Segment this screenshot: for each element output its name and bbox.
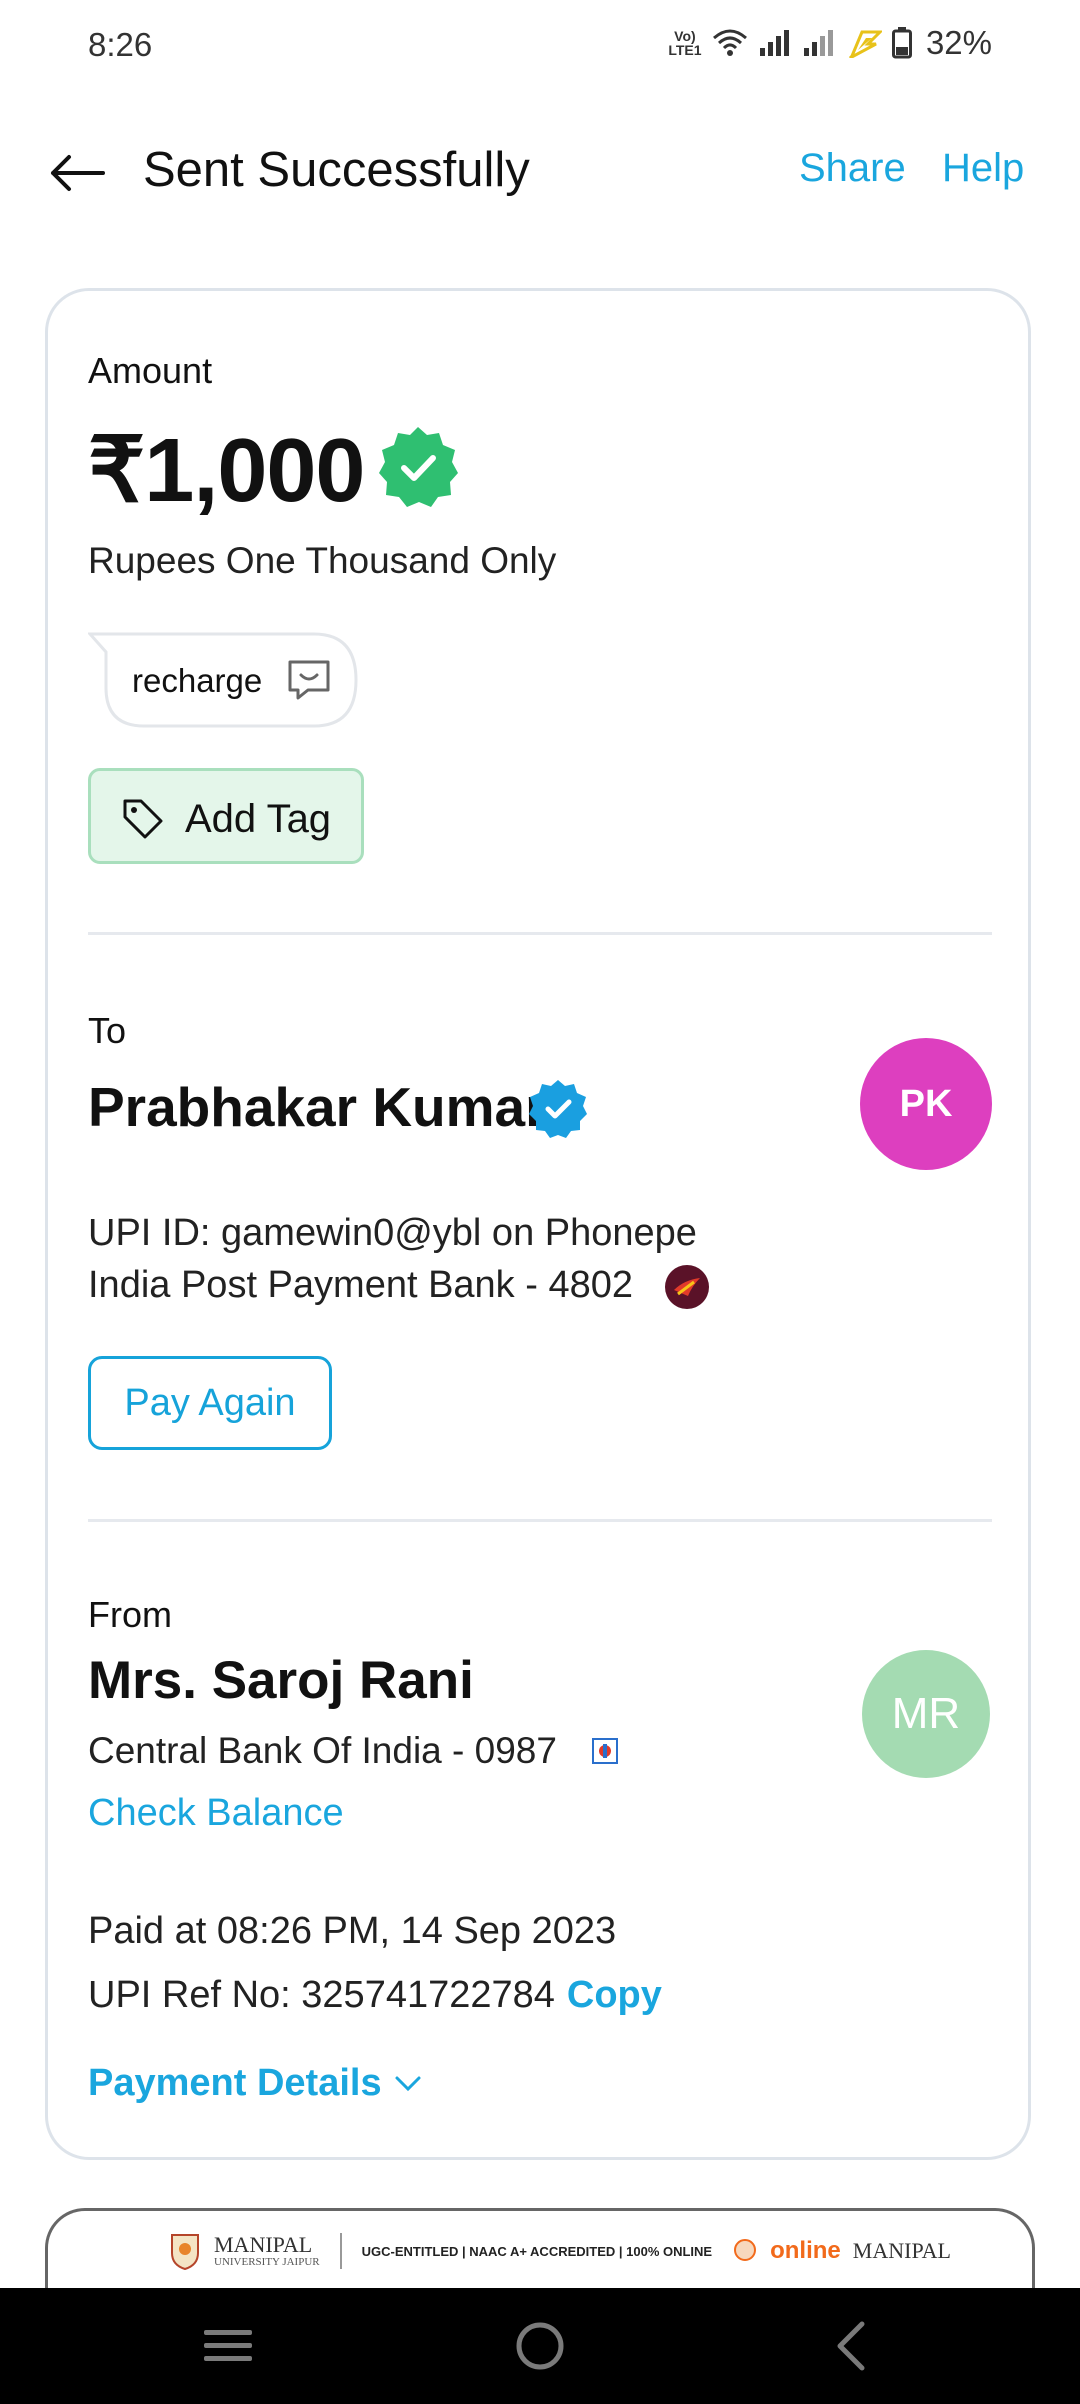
system-nav-bar	[0, 2288, 1080, 2404]
signal-icon-2	[803, 30, 833, 56]
check-balance-link[interactable]: Check Balance	[88, 1792, 344, 1835]
payee-upi-id: UPI ID: gamewin0@ybl on Phonepe	[88, 1212, 697, 1254]
menu-icon	[204, 2330, 252, 2361]
home-icon	[516, 2322, 564, 2370]
payer-name: Mrs. Saroj Rani	[88, 1651, 474, 1710]
ad-separator	[339, 2233, 342, 2269]
battery-icon	[891, 27, 912, 59]
manipal-crest-icon	[171, 2234, 199, 2271]
amount-in-words: Rupees One Thousand Only	[88, 540, 557, 581]
from-label: From	[88, 1594, 172, 1635]
ad-manipal-text: MANIPAL	[852, 2238, 951, 2263]
ad-tagline: UGC-ENTITLED | NAAC A+ ACCREDITED | 100%…	[361, 2243, 713, 2259]
ippb-logo-icon	[665, 1265, 709, 1309]
charging-icon	[848, 30, 882, 58]
ad-content: MANIPAL UNIVERSITY JAIPUR UGC-ENTITLED |…	[168, 2231, 951, 2271]
message-icon	[288, 660, 330, 700]
home-button[interactable]	[470, 2288, 610, 2404]
volte-icon: Vo) LTE1	[668, 28, 702, 58]
help-button[interactable]: Help	[942, 146, 1024, 191]
ad-online-text: online	[770, 2237, 841, 2264]
system-back-button[interactable]	[780, 2288, 920, 2404]
payment-details-toggle[interactable]: Payment Details	[88, 2062, 422, 2105]
payer-avatar: MR	[862, 1650, 990, 1778]
note-text: recharge	[132, 662, 263, 699]
pay-again-button[interactable]: Pay Again	[88, 1356, 332, 1450]
copy-button[interactable]: Copy	[567, 1974, 662, 2016]
payment-details-label: Payment Details	[88, 2062, 382, 2104]
page-title: Sent Successfully	[143, 143, 530, 197]
note-chip: recharge	[88, 632, 360, 728]
manipal-logo: MANIPAL UNIVERSITY JAIPUR	[214, 2232, 320, 2269]
tag-icon	[123, 799, 163, 839]
divider	[88, 1519, 992, 1522]
status-bar: 8:26 Vo) LTE1 32%	[0, 0, 1080, 90]
share-button[interactable]: Share	[799, 146, 906, 191]
ad-logo-text: MANIPAL	[214, 2232, 313, 2257]
payee-name: Prabhakar Kumar	[88, 1076, 547, 1138]
wifi-icon	[712, 29, 747, 56]
app-bar: Sent Successfully Share Help	[0, 120, 1080, 220]
status-icons: Vo) LTE1 32%	[668, 24, 992, 62]
divider	[88, 932, 992, 935]
payee-avatar: PK	[860, 1038, 992, 1170]
upi-ref-row: UPI Ref No: 325741722784 Copy	[88, 1974, 662, 2017]
upi-ref-number: UPI Ref No: 325741722784	[88, 1974, 555, 2016]
back-icon	[837, 2321, 865, 2371]
status-time: 8:26	[88, 26, 153, 63]
signal-icon-1	[759, 30, 789, 56]
payee-bank: India Post Payment Bank - 4802	[88, 1264, 633, 1306]
recent-apps-button[interactable]	[158, 2288, 298, 2404]
amount-label: Amount	[88, 350, 213, 391]
add-tag-button[interactable]: Add Tag	[88, 768, 364, 864]
amount-value: ₹1,000	[88, 421, 365, 521]
to-label: To	[88, 1010, 127, 1051]
chevron-down-icon	[395, 2076, 421, 2091]
central-bank-logo-icon	[592, 1738, 618, 1764]
online-manipal-icon	[734, 2239, 757, 2261]
add-tag-label: Add Tag	[185, 797, 332, 841]
payer-bank: Central Bank Of India - 0987	[88, 1730, 557, 1771]
ad-logo-sub: UNIVERSITY JAIPUR	[214, 2256, 320, 2268]
battery-percent: 32%	[925, 24, 992, 61]
back-button[interactable]	[44, 140, 110, 206]
verified-badge-icon	[379, 427, 458, 507]
arrow-left-icon	[51, 155, 105, 191]
paid-at-timestamp: Paid at 08:26 PM, 14 Sep 2023	[88, 1910, 617, 1952]
verified-badge-icon	[529, 1080, 587, 1138]
